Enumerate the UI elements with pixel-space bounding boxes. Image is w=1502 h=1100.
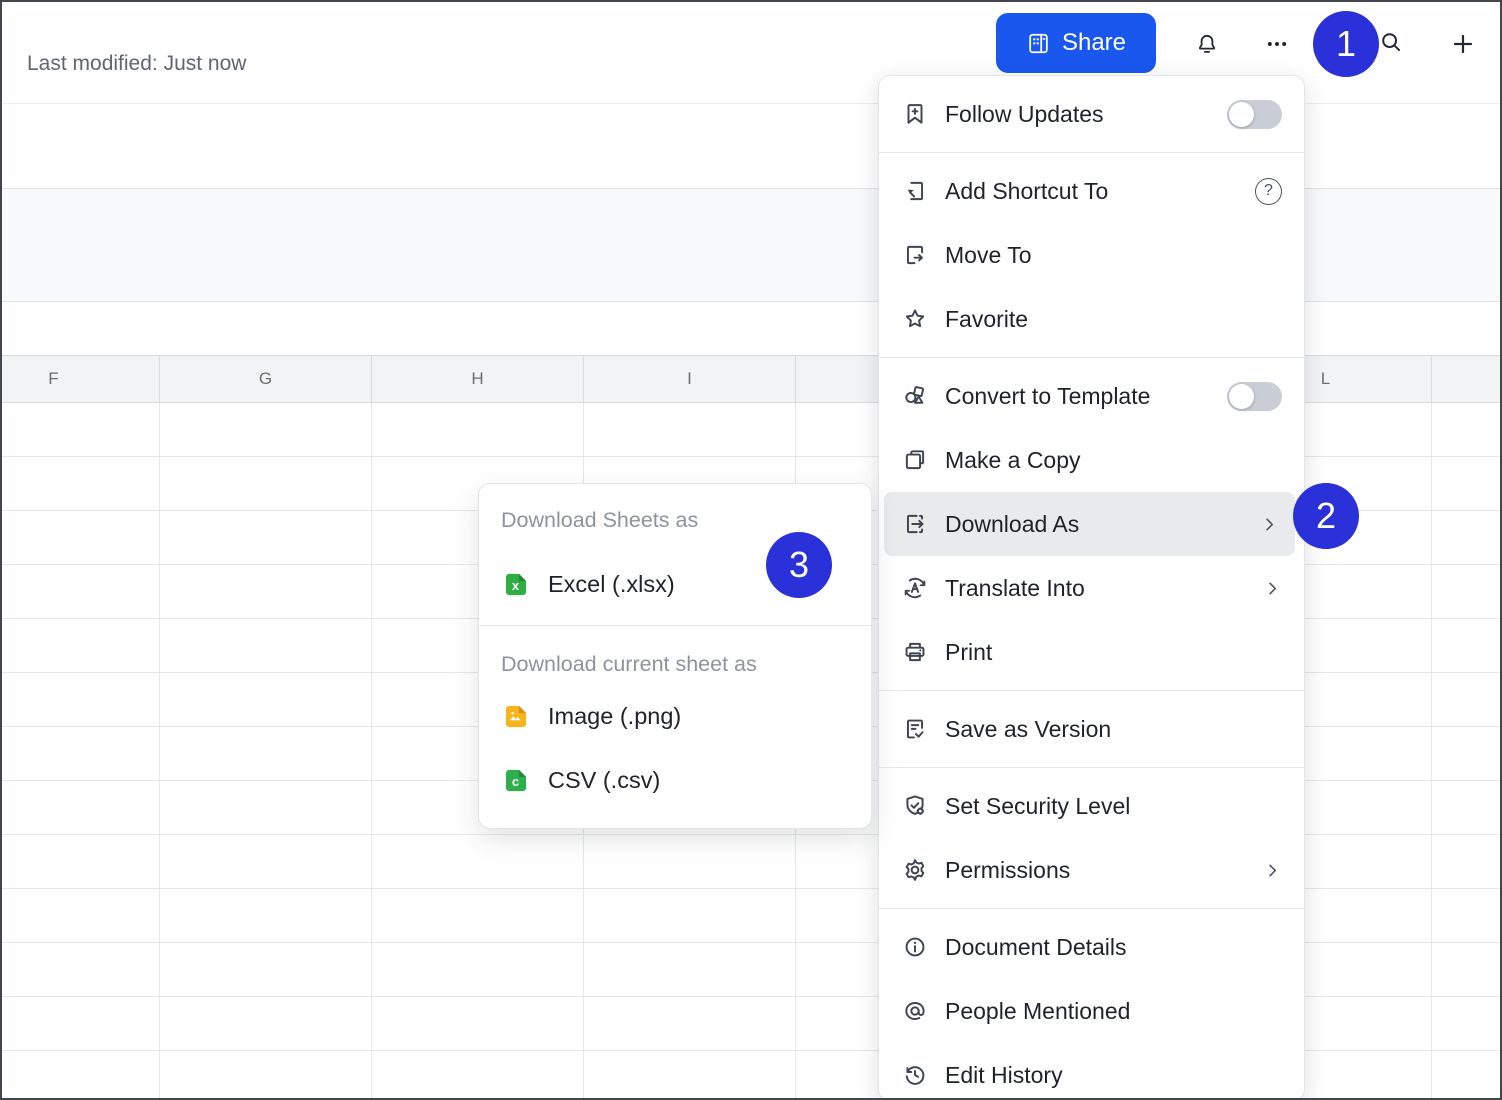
image-file-icon (503, 704, 528, 729)
menu-item-save-as-version[interactable]: Save as Version (879, 697, 1304, 761)
menu-item-label: Print (945, 639, 992, 666)
follow-updates-icon (902, 101, 928, 127)
download-as-icon (902, 511, 928, 537)
menu-item-label: Download As (945, 511, 1079, 538)
permissions-icon (902, 857, 928, 883)
move-to-icon (902, 242, 928, 268)
more-options-menu: Follow Updates Add Shortcut To? Move To Fav… (878, 75, 1305, 1100)
security-icon (902, 793, 928, 819)
chevron-right-icon (1263, 861, 1282, 880)
submenu-item-image-png[interactable]: Image (.png) (479, 684, 871, 748)
menu-item-add-shortcut-to[interactable]: Add Shortcut To? (879, 159, 1304, 223)
menu-item-document-details[interactable]: Document Details (879, 915, 1304, 979)
menu-item-convert-to-template[interactable]: Convert to Template (879, 364, 1304, 428)
toggle-knob (1229, 102, 1254, 127)
favorite-icon (902, 306, 928, 332)
share-button[interactable]: Share (996, 13, 1156, 73)
menu-item-label: Edit History (945, 1062, 1063, 1089)
make-copy-icon (902, 447, 928, 473)
submenu-item-label: Image (.png) (548, 703, 681, 730)
menu-item-download-as[interactable]: Download As (884, 492, 1295, 556)
menu-item-people-mentioned[interactable]: People Mentioned (879, 979, 1304, 1043)
menu-section: Convert to Template Make a Copy Download A… (879, 357, 1304, 690)
chevron-right-icon (1263, 579, 1282, 598)
menu-section: Save as Version (879, 690, 1304, 767)
plus-icon[interactable] (1451, 32, 1475, 56)
menu-section: Add Shortcut To? Move To Favorite (879, 152, 1304, 357)
print-icon (902, 639, 928, 665)
svg-text:x: x (512, 577, 520, 592)
submenu-item-csv-csv[interactable]: c CSV (.csv) (479, 748, 871, 812)
submenu-item-label: CSV (.csv) (548, 767, 660, 794)
help-icon[interactable]: ? (1255, 178, 1282, 205)
column-header-M[interactable]: M (1432, 356, 1502, 402)
menu-item-label: Convert to Template (945, 383, 1150, 410)
chevron-right-icon (1260, 515, 1279, 534)
menu-item-label: People Mentioned (945, 998, 1130, 1025)
toggle-knob (1229, 384, 1254, 409)
svg-text:c: c (512, 773, 519, 788)
save-version-icon (902, 716, 928, 742)
bell-icon[interactable] (1195, 32, 1219, 56)
menu-item-label: Set Security Level (945, 793, 1130, 820)
excel-file-icon: x (503, 572, 528, 597)
toggle-switch[interactable] (1227, 100, 1282, 129)
menu-item-move-to[interactable]: Move To (879, 223, 1304, 287)
last-modified-label: Last modified: Just now (27, 52, 246, 76)
column-header-G[interactable]: G (160, 356, 372, 402)
info-icon (902, 934, 928, 960)
menu-section: Follow Updates (879, 76, 1304, 152)
menu-item-translate-into[interactable]: Translate Into (879, 556, 1304, 620)
step-badge-3: 3 (766, 532, 832, 598)
column-header-F[interactable]: F (0, 356, 160, 402)
menu-item-follow-updates[interactable]: Follow Updates (879, 82, 1304, 146)
column-header-H[interactable]: H (372, 356, 584, 402)
menu-item-label: Make a Copy (945, 447, 1081, 474)
menu-item-make-a-copy[interactable]: Make a Copy (879, 428, 1304, 492)
menu-item-permissions[interactable]: Permissions (879, 838, 1304, 902)
step-badge-2: 2 (1293, 483, 1359, 549)
menu-item-label: Follow Updates (945, 101, 1104, 128)
menu-item-print[interactable]: Print (879, 620, 1304, 684)
csv-file-icon: c (503, 768, 528, 793)
search-icon[interactable] (1379, 30, 1403, 54)
share-button-label: Share (1062, 29, 1126, 57)
menu-section: Set Security Level Permissions (879, 767, 1304, 908)
menu-item-set-security-level[interactable]: Set Security Level (879, 774, 1304, 838)
mention-icon (902, 998, 928, 1024)
step-badge-1: 1 (1313, 11, 1379, 77)
more-dots-icon[interactable] (1265, 32, 1289, 56)
menu-item-label: Document Details (945, 934, 1127, 961)
menu-item-favorite[interactable]: Favorite (879, 287, 1304, 351)
submenu-header: Download current sheet as (479, 644, 871, 684)
translate-icon (902, 575, 928, 601)
add-shortcut-icon (902, 178, 928, 204)
menu-item-label: Permissions (945, 857, 1070, 884)
spreadsheet-app-window: Last modified: Just now Share (0, 0, 1502, 1100)
share-org-icon (1026, 31, 1051, 56)
menu-section: Document Details People Mentioned Edit His… (879, 908, 1304, 1100)
convert-template-icon (902, 383, 928, 409)
menu-item-label: Save as Version (945, 716, 1111, 743)
submenu-group: Download current sheet as Image (.png) c CS… (479, 625, 871, 819)
history-icon (902, 1062, 928, 1088)
menu-item-label: Add Shortcut To (945, 178, 1108, 205)
menu-item-label: Move To (945, 242, 1032, 269)
column-header-I[interactable]: I (584, 356, 796, 402)
submenu-item-label: Excel (.xlsx) (548, 571, 675, 598)
toggle-switch[interactable] (1227, 382, 1282, 411)
menu-item-label: Favorite (945, 306, 1028, 333)
menu-item-label: Translate Into (945, 575, 1085, 602)
menu-item-edit-history[interactable]: Edit History (879, 1043, 1304, 1100)
